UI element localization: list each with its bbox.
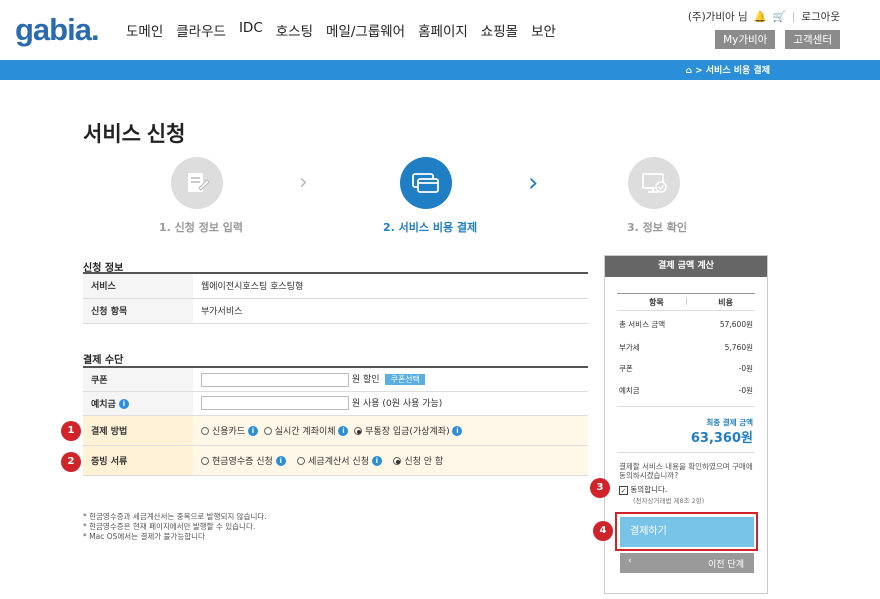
gabia-logo[interactable]: gabia. (15, 12, 100, 48)
coupon-input[interactable] (201, 372, 349, 387)
summary-row-label: 쿠폰 (619, 364, 633, 373)
apply-info-table: 서비스 웹에이전시호스팅 호스팅형 신청 항목 부가서비스 (83, 272, 588, 324)
pay-button[interactable]: 결제하기 (620, 517, 754, 547)
user-name: (주)가비아 님 (687, 11, 748, 23)
method-label: 결제 방법 (83, 414, 193, 445)
coupon-label: 쿠폰 (83, 366, 193, 391)
chevron-right-icon: › (528, 168, 539, 198)
agree-checkbox-row[interactable]: ✓ 동의합니다. (619, 484, 667, 495)
radio-virtual-account[interactable]: 무통장 입금(가상계좌) i (354, 426, 463, 437)
coupon-select-button[interactable]: 쿠폰선택 (385, 374, 425, 385)
prev-step-label: 이전 단계 (708, 560, 744, 570)
support-button[interactable]: 고객센터 (785, 30, 840, 49)
prev-step-button[interactable]: ‹ 이전 단계 (620, 553, 754, 573)
agree-question: 결제할 서비스 내용을 확인하였으며 구매에 동의하시겠습니까? (619, 462, 753, 480)
main-nav: 도메인 클라우드 IDC 호스팅 메일/그룹웨어 홈페이지 쇼핑몰 보안 (126, 20, 569, 40)
coupon-suffix: 원 할인 (351, 375, 380, 385)
step1-label: 1. 신청 정보 입력 (159, 221, 244, 234)
agree-note: (전자상거래법 제8조 2항) (633, 497, 705, 505)
info-icon[interactable]: i (248, 426, 258, 436)
summary-title: 결제 금액 계산 (605, 256, 767, 277)
radio-no-receipt[interactable]: 신청 안 함 (393, 457, 443, 467)
logout-link[interactable]: 로그아웃 (801, 9, 840, 24)
nav-security[interactable]: 보안 (531, 20, 556, 40)
home-icon[interactable]: ⌂ (686, 66, 692, 76)
note-2: * 현금영수증은 현재 페이지에서만 발행할 수 있습니다. (83, 522, 256, 531)
service-label: 서비스 (83, 272, 193, 298)
summary-header: 항목 | 비용 (617, 293, 755, 311)
payment-table: 쿠폰 원 할인 쿠폰선택 예치금 i 원 사용 (0원 사용 가능) 결제 방법… (83, 366, 588, 476)
credit-card-icon (412, 173, 439, 193)
summary-row-value: -0원 (738, 364, 753, 373)
summary-row-label: 총 서비스 금액 (619, 320, 666, 329)
agree-checkbox[interactable]: ✓ (619, 485, 628, 495)
top-utility: (주)가비아 님 🔔 🛒 | 로그아웃 (687, 9, 840, 24)
cart-icon[interactable]: 🛒 (773, 10, 786, 23)
monitor-check-icon (642, 173, 667, 193)
breadcrumb: ⌂ > 서비스 비용 결제 (686, 63, 771, 76)
nav-homepage[interactable]: 홈페이지 (418, 20, 468, 40)
deposit-input[interactable] (201, 396, 349, 411)
annotation-badge-2: 2 (61, 452, 81, 472)
step2-label: 2. 서비스 비용 결제 (383, 221, 478, 234)
apply-item-value: 부가서비스 (193, 297, 588, 324)
info-icon[interactable]: i (338, 426, 349, 436)
breadcrumb-text: > 서비스 비용 결제 (695, 66, 770, 76)
annotation-badge-4: 4 (593, 521, 613, 541)
top-buttons: My가비아 고객센터 (715, 30, 840, 49)
summary-col-item: 항목 (649, 298, 664, 307)
form-edit-icon (188, 173, 210, 192)
final-amount-value: 63,360원 (690, 431, 753, 446)
chevron-right-icon: › (299, 170, 308, 195)
annotation-badge-3: 3 (590, 478, 610, 498)
payment-notes: * 현금영수증과 세금계산서는 중복으로 발행되지 않습니다. * 현금영수증은… (83, 512, 267, 542)
info-icon[interactable]: i (452, 426, 463, 436)
nav-mail[interactable]: 메일/그룹웨어 (326, 20, 405, 40)
nav-domain[interactable]: 도메인 (126, 20, 163, 40)
summary-row-value: -0원 (738, 386, 753, 395)
summary-row-label: 부가세 (619, 343, 640, 352)
note-1: * 현금영수증과 세금계산서는 중복으로 발행되지 않습니다. (83, 512, 267, 521)
summary-row-value: 57,600원 (719, 320, 753, 329)
my-gabia-button[interactable]: My가비아 (715, 30, 776, 49)
info-icon[interactable]: i (118, 399, 129, 409)
agree-label: 동의합니다. (630, 485, 668, 494)
breadcrumb-bar: ⌂ > 서비스 비용 결제 (0, 60, 880, 80)
step1-circle (171, 157, 223, 209)
step3-circle (628, 157, 680, 209)
chevron-left-icon: ‹ (628, 556, 632, 566)
deposit-suffix: 원 사용 (0원 사용 가능) (351, 398, 443, 409)
step2-circle (400, 157, 452, 209)
radio-cash-receipt[interactable]: 현금영수증 신청 i (201, 456, 286, 467)
step3-label: 3. 정보 확인 (627, 221, 687, 234)
summary-col-cost: 비용 (718, 298, 733, 307)
receipt-label: 증빙 서류 (83, 444, 193, 476)
deposit-label-cell: 예치금 i (83, 390, 193, 415)
nav-shop[interactable]: 쇼핑몰 (481, 20, 518, 40)
radio-credit-card[interactable]: 신용카드 i (201, 426, 258, 437)
summary-row-label: 예치금 (619, 386, 640, 395)
apply-item-label: 신청 항목 (83, 297, 193, 324)
deposit-label: 예치금 (91, 399, 116, 410)
info-icon[interactable]: i (275, 456, 286, 466)
nav-cloud[interactable]: 클라우드 (176, 20, 226, 40)
bell-icon[interactable]: 🔔 (754, 10, 767, 23)
page-title: 서비스 신청 (83, 123, 186, 146)
radio-realtime-transfer[interactable]: 실시간 계좌이체 i (263, 426, 349, 437)
info-icon[interactable]: i (371, 456, 382, 466)
note-3: * Mac OS에서는 결제가 불가능합니다 (83, 532, 205, 541)
summary-row-value: 5,760원 (724, 343, 753, 352)
payment-title: 결제 수단 (83, 355, 124, 366)
nav-hosting[interactable]: 호스팅 (276, 20, 313, 40)
service-value: 웹에이전시호스팅 호스팅형 (193, 272, 588, 298)
annotation-badge-1: 1 (61, 421, 81, 441)
nav-idc[interactable]: IDC (239, 20, 263, 40)
radio-tax-invoice[interactable]: 세금계산서 신청 i (297, 456, 382, 467)
